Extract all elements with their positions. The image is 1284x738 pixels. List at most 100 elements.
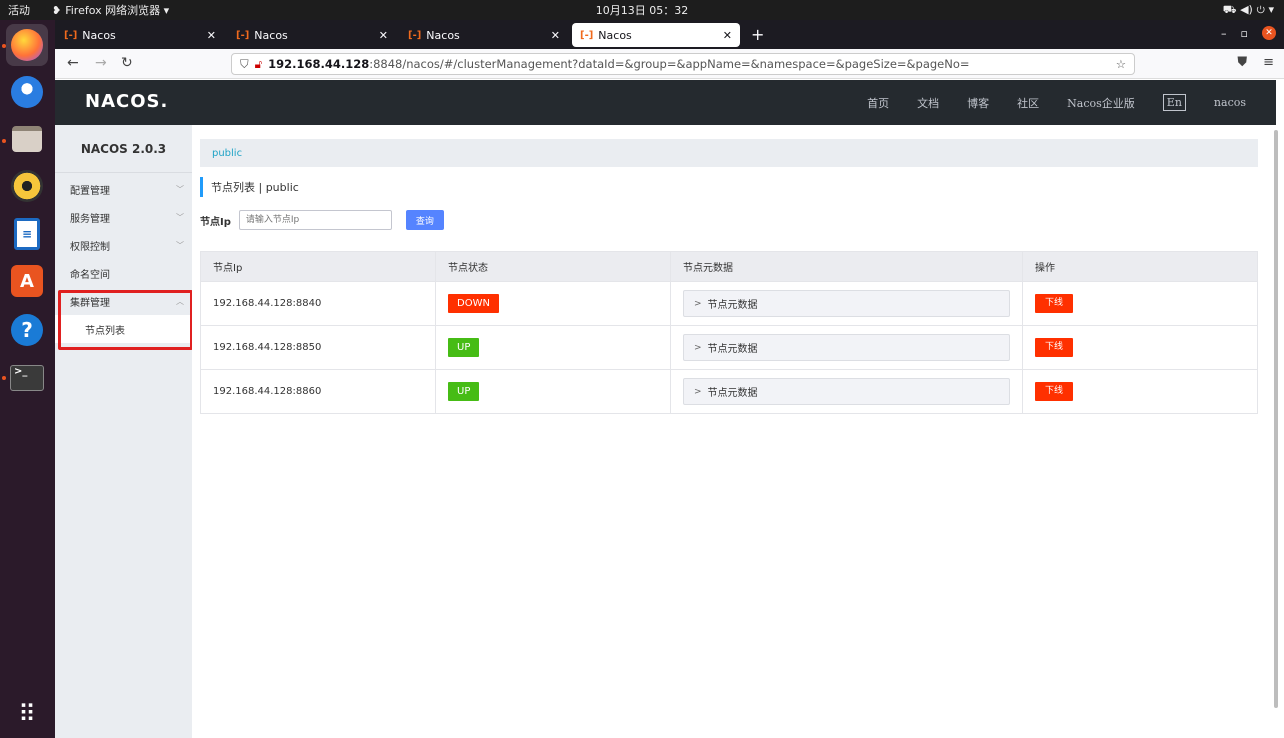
minimize-icon[interactable]: –	[1221, 27, 1227, 40]
sidebar-item-service[interactable]: 服务管理 ﹀	[55, 203, 192, 231]
rhythmbox-icon	[11, 170, 43, 202]
running-indicator	[2, 376, 6, 380]
url-path: :8848/nacos/#/clusterManagement?dataId=&…	[369, 57, 970, 71]
search-label: 节点Ip	[200, 216, 231, 228]
menu-docs[interactable]: 文档	[917, 95, 939, 111]
tab-label: Nacos	[598, 28, 632, 42]
files-icon	[12, 126, 42, 152]
menu-community[interactable]: 社区	[1017, 95, 1039, 111]
offline-button[interactable]: 下线	[1035, 338, 1074, 357]
dock-firefox[interactable]	[6, 24, 48, 66]
dock-thunderbird[interactable]	[6, 71, 48, 113]
menu-icon[interactable]: ≡	[1263, 55, 1274, 70]
system-tray[interactable]: ⛟ ◀) ⏻ ▾	[1223, 3, 1274, 18]
dock-help[interactable]: ?	[6, 309, 48, 351]
app-menu[interactable]: ❥ Firefox 网络浏览器 ▾	[52, 2, 169, 18]
forward-icon[interactable]: →	[95, 55, 107, 71]
terminal-icon: >_	[10, 365, 44, 391]
sidebar-item-label: 权限控制	[70, 241, 110, 253]
close-tab-icon[interactable]: ✕	[379, 29, 388, 42]
metadata-expander[interactable]: > 节点元数据	[683, 378, 1010, 405]
chevron-down-icon: ﹀	[176, 184, 184, 194]
nacos-logo[interactable]: NACOS.	[85, 91, 168, 112]
menu-blog[interactable]: 博客	[967, 95, 989, 111]
dock-terminal[interactable]: >_	[6, 357, 48, 399]
browser-tab[interactable]: [-] Nacos ✕	[228, 23, 396, 47]
dock: ≡ A ? >_ ⠿	[0, 20, 55, 738]
tab-label: Nacos	[426, 28, 460, 42]
sidebar-item-config[interactable]: 配置管理 ﹀	[55, 175, 192, 203]
lock-icon[interactable]: 🔓︎	[255, 57, 262, 72]
window-controls: – ▫ ✕	[1221, 26, 1276, 40]
menu-home[interactable]: 首页	[867, 95, 889, 111]
new-tab-button[interactable]: +	[751, 25, 764, 44]
metadata-expander[interactable]: > 节点元数据	[683, 290, 1010, 317]
user-name[interactable]: nacos	[1214, 96, 1246, 109]
language-switch[interactable]: En	[1162, 94, 1186, 111]
nacos-favicon: [-]	[64, 29, 78, 41]
menu-enterprise[interactable]: Nacos企业版	[1067, 95, 1135, 111]
clock[interactable]: 10月13日 05：32	[0, 2, 1284, 18]
close-tab-icon[interactable]: ✕	[207, 29, 216, 42]
node-ip: 192.168.44.128:8850	[200, 325, 436, 370]
table-row: 192.168.44.128:8840 DOWN > 节点元数据 下线	[200, 281, 1258, 326]
close-tab-icon[interactable]: ✕	[723, 29, 732, 42]
query-button[interactable]: 查询	[405, 210, 444, 230]
status-badge: UP	[448, 382, 480, 401]
node-ip: 192.168.44.128:8860	[200, 369, 436, 414]
node-ip-input[interactable]	[238, 210, 392, 230]
tab-label: Nacos	[82, 28, 116, 42]
back-icon[interactable]: ←	[67, 55, 79, 71]
page-title: 节点列表 | public	[200, 177, 299, 197]
column-header-metadata: 节点元数据	[670, 251, 1023, 282]
dock-software[interactable]: A	[6, 260, 48, 302]
table-row: 192.168.44.128:8850 UP > 节点元数据 下线	[200, 325, 1258, 370]
nacos-favicon: [-]	[408, 29, 422, 41]
reload-icon[interactable]: ↻	[121, 55, 133, 71]
tab-label: Nacos	[254, 28, 288, 42]
sidebar-item-namespace[interactable]: 命名空间	[55, 259, 192, 287]
nacos-favicon: [-]	[580, 29, 594, 41]
column-header-action: 操作	[1022, 251, 1258, 282]
pocket-icon[interactable]: ⛊	[1237, 55, 1247, 70]
offline-button[interactable]: 下线	[1035, 382, 1074, 401]
bookmark-star-icon[interactable]: ☆	[1116, 57, 1126, 71]
maximize-icon[interactable]: ▫	[1241, 27, 1248, 40]
browser-tab[interactable]: [-] Nacos ✕	[400, 23, 568, 47]
show-apps-button[interactable]: ⠿	[6, 693, 48, 735]
chevron-right-icon: >	[694, 342, 702, 353]
url-host: 192.168.44.128	[268, 57, 370, 71]
metadata-label: 节点元数据	[707, 388, 758, 399]
chevron-down-icon: ﹀	[176, 212, 184, 222]
table-row: 192.168.44.128:8860 UP > 节点元数据 下线	[200, 369, 1258, 414]
sidebar: NACOS 2.0.3 配置管理 ﹀ 服务管理 ﹀ 权限控制 ﹀ 命名空间 集群…	[55, 125, 192, 738]
toolbar-right: ⛊ ≡	[1237, 55, 1274, 70]
offline-button[interactable]: 下线	[1035, 294, 1074, 313]
software-icon: A	[11, 265, 43, 297]
dock-writer[interactable]: ≡	[6, 213, 48, 255]
metadata-expander[interactable]: > 节点元数据	[683, 334, 1010, 361]
dock-rhythmbox[interactable]	[6, 165, 48, 207]
metadata-label: 节点元数据	[707, 300, 758, 311]
close-window-icon[interactable]: ✕	[1262, 26, 1276, 40]
address-bar[interactable]: ⛉ 🔓︎ 192.168.44.128 :8848/nacos/#/cluste…	[231, 53, 1135, 75]
search-form: 节点Ip 查询	[200, 210, 444, 230]
writer-icon: ≡	[14, 218, 40, 250]
firefox-small-icon: ❥	[52, 3, 62, 17]
help-icon: ?	[11, 314, 43, 346]
browser-tab-active[interactable]: [-] Nacos ✕	[572, 23, 740, 47]
tab-strip: [-] Nacos ✕ [-] Nacos ✕ [-] Nacos ✕ [-] …	[55, 20, 1284, 49]
node-table: 节点Ip 节点状态 节点元数据 操作 192.168.44.128:8840 D…	[200, 251, 1258, 414]
close-tab-icon[interactable]: ✕	[551, 29, 560, 42]
browser-tab[interactable]: [-] Nacos ✕	[56, 23, 224, 47]
namespace-link[interactable]: public	[212, 148, 242, 159]
header-menu: 首页 文档 博客 社区 Nacos企业版 En nacos	[867, 80, 1246, 125]
activities-button[interactable]: 活动	[0, 2, 38, 18]
shield-icon[interactable]: ⛉	[240, 57, 249, 72]
sidebar-item-auth[interactable]: 权限控制 ﹀	[55, 231, 192, 259]
app-menu-label: Firefox 网络浏览器 ▾	[65, 4, 170, 17]
dock-files[interactable]	[6, 118, 48, 160]
sidebar-item-label: 命名空间	[70, 269, 110, 281]
page-scrollbar[interactable]	[1274, 130, 1278, 708]
node-ip: 192.168.44.128:8840	[200, 281, 436, 326]
